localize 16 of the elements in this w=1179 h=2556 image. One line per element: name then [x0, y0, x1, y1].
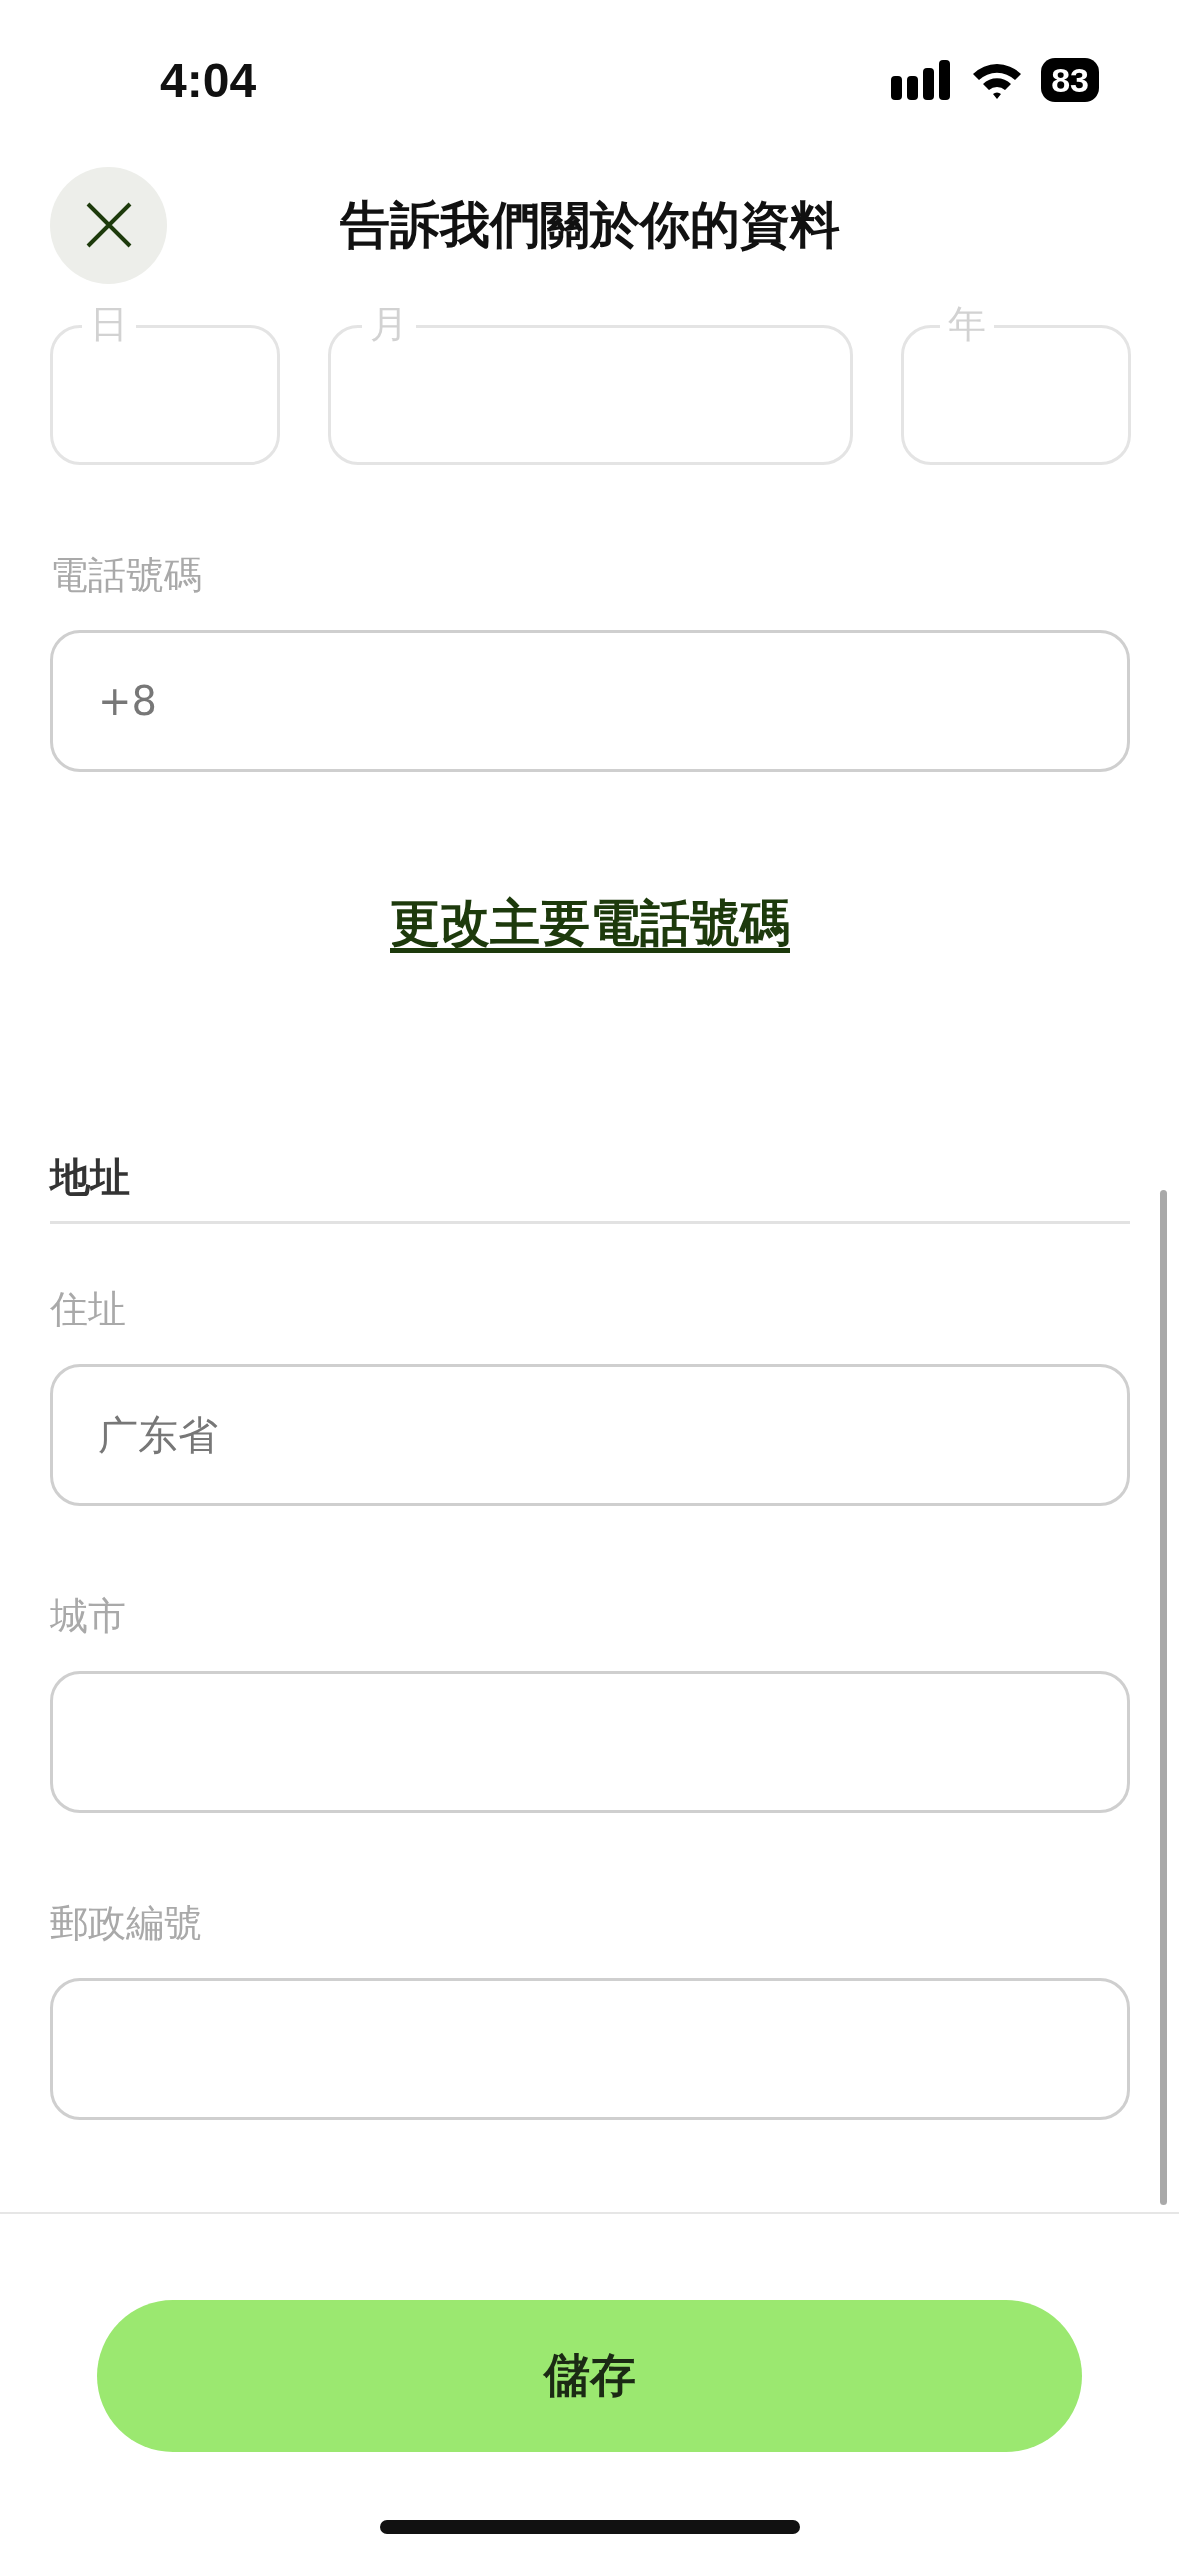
field-label: 住址: [50, 1286, 127, 1333]
field-label: 城市: [50, 1593, 127, 1640]
field-label: 電話號碼: [50, 552, 203, 599]
save-button[interactable]: 儲存: [97, 2300, 1082, 2452]
section-title: 地址: [50, 1147, 1130, 1224]
phone-field[interactable]: +8: [50, 630, 1130, 772]
close-icon: [85, 202, 132, 248]
input-field[interactable]: [50, 1671, 1130, 1813]
field-label: 郵政編號: [50, 1900, 203, 1947]
input-field[interactable]: [50, 1978, 1130, 2120]
scrollbar[interactable]: [1160, 1190, 1167, 2205]
status-time: 4:04: [160, 52, 258, 108]
change-phone-link[interactable]: 更改主要電話號碼: [390, 890, 790, 957]
page-title: 告訴我們關於你的資料: [339, 195, 840, 254]
input-field[interactable]: 广东省: [50, 1364, 1130, 1506]
battery-level: 83: [1041, 58, 1099, 102]
